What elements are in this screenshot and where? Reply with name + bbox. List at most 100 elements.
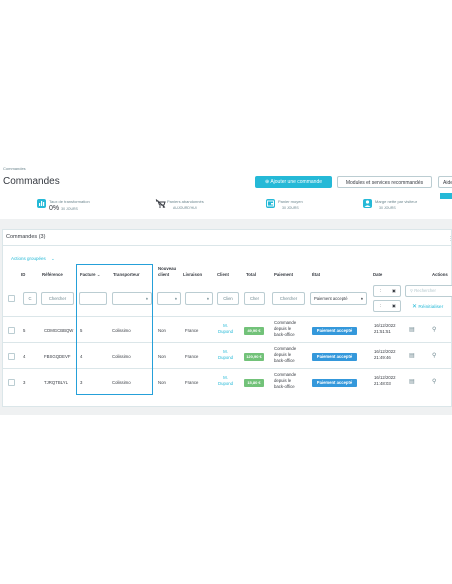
order-id: 4 xyxy=(23,354,26,359)
order-total-badge: 49,90 € xyxy=(244,327,264,335)
kpi-label: Paniers abandonnés xyxy=(167,199,204,204)
close-icon: ✕ xyxy=(412,304,418,310)
order-client[interactable]: M. Dupond xyxy=(218,349,233,361)
order-date: 16/12/2022 21:49:46 xyxy=(374,349,396,361)
table-row[interactable]: 4 FBSGQDEVF 4 Colissimo Non France M. Du… xyxy=(2,343,452,368)
search-button[interactable]: ⚲ Rechercher xyxy=(405,285,452,297)
order-status-badge[interactable]: Paiement accepté xyxy=(312,327,357,335)
table-row[interactable]: 3 TJRQTBLYL 3 Colissimo Non France M. Du… xyxy=(2,369,452,394)
user-icon xyxy=(363,199,372,208)
order-reference: TJRQTBLYL xyxy=(44,380,69,385)
table-row[interactable]: 5 CDMGCBBQW 5 Colissimo Non France M. Du… xyxy=(2,317,452,342)
order-delivery: France xyxy=(185,354,199,359)
column-header-delivery[interactable]: Livraison xyxy=(183,272,202,277)
breadcrumb[interactable]: Commandes xyxy=(3,166,26,171)
invoice-file-icon[interactable]: ▤ xyxy=(409,326,415,333)
kpi-refresh-tab[interactable] xyxy=(440,193,452,199)
column-header-date[interactable]: Date xyxy=(373,272,382,277)
order-new-client: Non xyxy=(158,380,166,385)
kpi-period: 30 JOURS xyxy=(282,206,299,210)
column-header-id[interactable]: ID xyxy=(21,272,25,277)
order-id: 5 xyxy=(23,328,26,333)
filter-date-to[interactable]: : ▣ xyxy=(373,300,401,312)
add-order-label: Ajouter une commande xyxy=(270,179,323,185)
order-new-client: Non xyxy=(158,354,166,359)
column-header-state[interactable]: État xyxy=(312,272,320,277)
search-icon: ⚲ xyxy=(410,288,414,293)
select-caret-icon: ♦ xyxy=(206,296,209,301)
column-header-reference[interactable]: Référence xyxy=(42,272,63,277)
payment-line: back-office xyxy=(274,332,295,337)
kpi-period: 30 JOURS xyxy=(61,207,78,211)
view-zoom-icon[interactable]: ⚲ xyxy=(432,352,436,359)
column-header-new-client[interactable]: Nouveau client xyxy=(158,266,176,278)
order-payment: Commande depuis le back-office xyxy=(274,346,296,364)
column-header-total[interactable]: Total xyxy=(246,272,256,277)
bulk-actions-dropdown[interactable]: Actions groupées ⌄ xyxy=(11,256,55,262)
order-date: 16/12/2022 21:48:03 xyxy=(374,375,396,387)
new-client-label-2: client xyxy=(158,272,170,277)
column-header-client[interactable]: Client xyxy=(217,272,229,277)
filter-state-select[interactable]: Paiement accepté ♦ xyxy=(310,292,367,305)
kpi-label: Taux de transformation xyxy=(49,199,90,204)
reset-button[interactable]: ✕ Réinitialiser xyxy=(412,303,443,310)
calendar-icon: ▣ xyxy=(392,303,396,308)
column-highlight-box xyxy=(76,264,153,395)
reset-button-label: Réinitialiser xyxy=(418,305,444,310)
order-status-badge[interactable]: Paiement accepté xyxy=(312,379,357,387)
select-caret-icon: ♦ xyxy=(174,296,177,301)
date-line: 21:51:51 xyxy=(374,329,391,334)
add-order-button[interactable]: ⊕ Ajouter une commande xyxy=(255,176,332,188)
payment-line: back-office xyxy=(274,384,295,389)
filter-id-input[interactable]: C xyxy=(23,292,37,305)
view-zoom-icon[interactable]: ⚲ xyxy=(432,378,436,385)
filter-new-client-select[interactable]: ♦ xyxy=(157,292,181,305)
order-delivery: France xyxy=(185,328,199,333)
plus-circle-icon: ⊕ xyxy=(264,179,270,185)
row-checkbox[interactable] xyxy=(8,379,15,386)
order-client[interactable]: M. Dupond xyxy=(218,323,233,335)
order-new-client: Non xyxy=(158,328,166,333)
select-caret-icon: ♦ xyxy=(360,296,363,301)
order-total-badge: 15,80 € xyxy=(244,379,264,387)
state-select-value: Paiement accepté xyxy=(314,296,348,301)
panel-menu-icon[interactable]: ⋮ xyxy=(448,236,452,242)
invoice-file-icon[interactable]: ▤ xyxy=(409,352,415,359)
filter-reference-input[interactable]: Chercher xyxy=(41,292,74,305)
date-line: 21:48:03 xyxy=(374,381,391,386)
filter-date-from[interactable]: : ▣ xyxy=(373,285,401,297)
filter-delivery-select[interactable]: ♦ xyxy=(185,292,213,305)
client-name: Dupond xyxy=(218,381,234,386)
order-total-badge: 120,90 € xyxy=(244,353,264,361)
order-payment: Commande depuis le back-office xyxy=(274,372,296,390)
column-header-actions: Actions xyxy=(432,272,448,277)
calendar-icon: ▣ xyxy=(392,288,396,293)
filter-total-input[interactable]: Cher xyxy=(244,292,265,305)
invoice-file-icon[interactable]: ▤ xyxy=(409,378,415,385)
order-reference: CDMGCBBQW xyxy=(44,328,74,333)
date-line: 21:49:46 xyxy=(374,355,391,360)
filter-payment-input[interactable]: Chercher xyxy=(272,292,305,305)
row-checkbox[interactable] xyxy=(8,327,15,334)
cart-off-icon xyxy=(155,199,166,208)
recommended-modules-button[interactable]: Modules et services recommandés xyxy=(337,176,432,188)
chevron-down-icon: ⌄ xyxy=(51,256,55,261)
order-status-badge[interactable]: Paiement accepté xyxy=(312,353,357,361)
order-date: 16/12/2022 21:51:51 xyxy=(374,323,396,335)
client-name: Dupond xyxy=(218,329,234,334)
kpi-period: AUJOURD'HUI xyxy=(173,206,197,210)
row-checkbox[interactable] xyxy=(8,353,15,360)
help-button[interactable]: Aide xyxy=(438,176,452,188)
bulk-actions-label: Actions groupées xyxy=(11,256,46,261)
order-payment: Commande depuis le back-office xyxy=(274,320,296,338)
column-header-payment[interactable]: Paiement xyxy=(274,272,293,277)
select-all-checkbox[interactable] xyxy=(8,295,15,302)
order-id: 3 xyxy=(23,380,26,385)
wallet-icon xyxy=(266,199,275,208)
client-name: Dupond xyxy=(218,355,234,360)
view-zoom-icon[interactable]: ⚲ xyxy=(432,326,436,333)
order-delivery: France xyxy=(185,380,199,385)
kpi-label: Panier moyen xyxy=(278,199,303,204)
order-client[interactable]: M. Dupond xyxy=(218,375,233,387)
filter-client-input[interactable]: Clien xyxy=(217,292,239,305)
